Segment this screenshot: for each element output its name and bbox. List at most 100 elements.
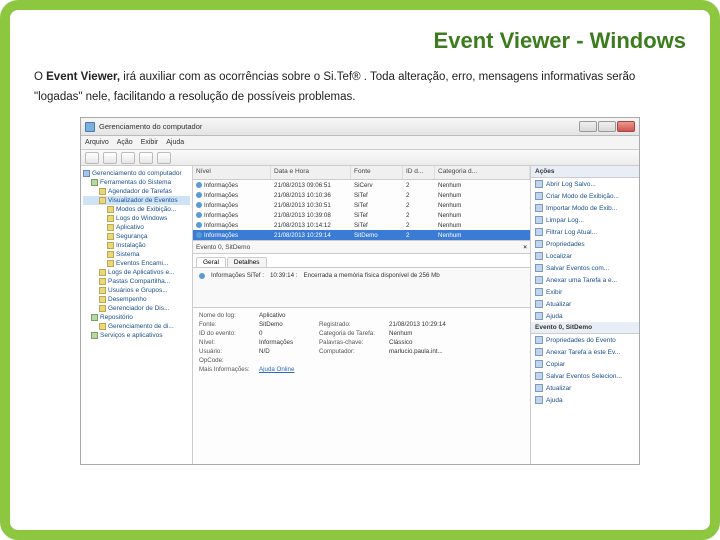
- folder-icon: [99, 323, 106, 330]
- tree-item[interactable]: Logs de Aplicativos e...: [83, 268, 190, 277]
- tree-item[interactable]: Logs do Windows: [83, 214, 190, 223]
- forward-button[interactable]: [103, 152, 117, 164]
- tree-item[interactable]: Usuários e Grupos...: [83, 286, 190, 295]
- action-item[interactable]: Criar Modo de Exibição...: [531, 190, 639, 202]
- actions-pane: Ações Abrir Log Salvo...Criar Modo de Ex…: [531, 166, 639, 464]
- back-button[interactable]: [85, 152, 99, 164]
- maximize-button[interactable]: [598, 121, 616, 132]
- minimize-button[interactable]: [579, 121, 597, 132]
- tab-detalhes[interactable]: Detalhes: [227, 257, 267, 267]
- tree-item[interactable]: Sistema: [83, 250, 190, 259]
- action-icon: [535, 396, 543, 404]
- grid-header: Nível Data e Hora Fonte ID d... Categori…: [193, 166, 530, 180]
- table-row[interactable]: Informações21/08/2013 10:30:51SiTef2Nenh…: [193, 200, 530, 210]
- action-item[interactable]: Salvar Eventos Selecion...: [531, 370, 639, 382]
- action-item[interactable]: Localizar: [531, 250, 639, 262]
- menu-exibir[interactable]: Exibir: [141, 139, 159, 146]
- folder-icon: [99, 197, 106, 204]
- event-viewer-screenshot: Gerenciamento do computador Arquivo Ação…: [80, 117, 640, 465]
- folder-icon: [91, 314, 98, 321]
- tree-item[interactable]: Agendador de Tarefas: [83, 187, 190, 196]
- detail-message: Informações SiTef : 10:39:14 : Encerrada…: [193, 268, 530, 308]
- tree-item[interactable]: Desempenho: [83, 295, 190, 304]
- table-row[interactable]: Informações21/08/2013 10:10:36SiTef2Nenh…: [193, 190, 530, 200]
- tool-button[interactable]: [121, 152, 135, 164]
- tree-item[interactable]: Repositório: [83, 313, 190, 322]
- table-row[interactable]: Informações21/08/2013 09:06:51SiCerv2Nen…: [193, 180, 530, 190]
- action-icon: [535, 276, 543, 284]
- folder-icon: [99, 188, 106, 195]
- tree-item[interactable]: Modos de Exibição...: [83, 205, 190, 214]
- tree-item[interactable]: Serviços e aplicativos: [83, 331, 190, 340]
- help-link[interactable]: Ajuda Online: [259, 366, 319, 373]
- action-item[interactable]: Copiar: [531, 358, 639, 370]
- action-icon: [535, 252, 543, 260]
- folder-icon: [99, 278, 106, 285]
- close-icon[interactable]: ×: [523, 244, 527, 251]
- action-item[interactable]: Ajuda: [531, 310, 639, 322]
- folder-icon: [107, 260, 114, 267]
- table-row[interactable]: Informações21/08/2013 10:29:14SitDemo2Ne…: [193, 230, 530, 240]
- action-icon: [535, 264, 543, 272]
- table-row[interactable]: Informações21/08/2013 10:39:08SiTef2Nenh…: [193, 210, 530, 220]
- event-properties: Nome do log:AplicativoFonte:SitDemoRegis…: [193, 308, 530, 464]
- action-icon: [535, 336, 543, 344]
- info-icon: [196, 232, 202, 238]
- action-item[interactable]: Propriedades do Evento: [531, 334, 639, 346]
- action-item[interactable]: Importar Modo de Exib...: [531, 202, 639, 214]
- action-item[interactable]: Propriedades: [531, 238, 639, 250]
- menu-arquivo[interactable]: Arquivo: [85, 139, 109, 146]
- tree-item[interactable]: Aplicativo: [83, 223, 190, 232]
- folder-icon: [107, 224, 114, 231]
- tab-geral[interactable]: Geral: [196, 257, 226, 267]
- action-item[interactable]: Filtrar Log Atual...: [531, 226, 639, 238]
- folder-icon: [83, 170, 90, 177]
- navigation-tree[interactable]: Gerenciamento do computadorFerramentas d…: [81, 166, 193, 464]
- menu-ajuda[interactable]: Ajuda: [166, 139, 184, 146]
- action-item[interactable]: Atualizar: [531, 298, 639, 310]
- window-titlebar: Gerenciamento do computador: [81, 118, 639, 136]
- tree-item[interactable]: Gerenciador de Dis...: [83, 304, 190, 313]
- action-icon: [535, 384, 543, 392]
- info-icon: [196, 222, 202, 228]
- action-item[interactable]: Anexar Tarefa a este Ev...: [531, 346, 639, 358]
- tree-item[interactable]: Instalação: [83, 241, 190, 250]
- folder-icon: [107, 251, 114, 258]
- folder-icon: [91, 332, 98, 339]
- action-item[interactable]: Ajuda: [531, 394, 639, 406]
- action-icon: [535, 288, 543, 296]
- close-button[interactable]: [617, 121, 635, 132]
- action-icon: [535, 204, 543, 212]
- action-item[interactable]: Abrir Log Salvo...: [531, 178, 639, 190]
- tool-button[interactable]: [157, 152, 171, 164]
- tree-item[interactable]: Gerenciamento de di...: [83, 322, 190, 331]
- tree-item[interactable]: Pastas Compartilha...: [83, 277, 190, 286]
- tool-button[interactable]: [139, 152, 153, 164]
- tree-item[interactable]: Gerenciamento do computador: [83, 169, 190, 178]
- actions-header: Ações: [531, 166, 639, 178]
- action-item[interactable]: Exibir: [531, 286, 639, 298]
- folder-icon: [107, 242, 114, 249]
- action-icon: [535, 372, 543, 380]
- tree-item[interactable]: Ferramentas do Sistema: [83, 178, 190, 187]
- action-item[interactable]: Limpar Log...: [531, 214, 639, 226]
- info-icon: [199, 273, 205, 279]
- tree-item[interactable]: Visualizador de Eventos: [83, 196, 190, 205]
- action-icon: [535, 192, 543, 200]
- action-icon: [535, 300, 543, 308]
- action-item[interactable]: Atualizar: [531, 382, 639, 394]
- app-icon: [85, 122, 95, 132]
- menubar: Arquivo Ação Exibir Ajuda: [81, 136, 639, 150]
- event-grid[interactable]: Informações21/08/2013 09:06:51SiCerv2Nen…: [193, 180, 530, 240]
- action-icon: [535, 216, 543, 224]
- action-item[interactable]: Salvar Eventos com...: [531, 262, 639, 274]
- info-icon: [196, 192, 202, 198]
- table-row[interactable]: Informações21/08/2013 10:14:12SiTef2Nenh…: [193, 220, 530, 230]
- menu-acao[interactable]: Ação: [117, 139, 133, 146]
- toolbar: [81, 150, 639, 166]
- action-item[interactable]: Anexar uma Tarefa a e...: [531, 274, 639, 286]
- folder-icon: [107, 233, 114, 240]
- tree-item[interactable]: Eventos Encami...: [83, 259, 190, 268]
- action-icon: [535, 240, 543, 248]
- tree-item[interactable]: Segurança: [83, 232, 190, 241]
